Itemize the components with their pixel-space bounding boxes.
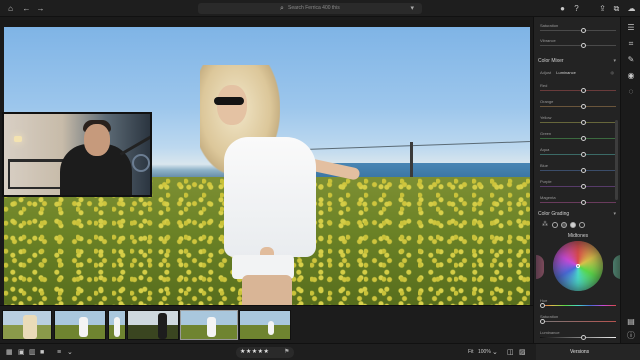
zoom-level[interactable]: 100% (478, 347, 491, 358)
search-icon: ⌕ (280, 5, 284, 12)
cloud-icon[interactable]: ☁ (626, 3, 637, 14)
eyedropper-icon[interactable]: ◎ (611, 69, 615, 76)
hue-slider[interactable]: Hue (540, 298, 616, 308)
vibrance-slider[interactable]: Vibrance (540, 38, 616, 48)
cloud-sync-icon[interactable]: ● (557, 3, 568, 14)
saturation-slider[interactable]: Saturation (540, 23, 616, 33)
thumbnail[interactable] (127, 310, 179, 340)
purple-slider[interactable]: Purple (540, 179, 616, 189)
chevron-down-icon[interactable]: ⌄ (492, 347, 498, 358)
filmstrip (0, 305, 533, 343)
webcam-overlay (2, 112, 152, 197)
orange-slider[interactable]: Orange (540, 99, 616, 109)
yellow-slider[interactable]: Yellow (540, 115, 616, 125)
panel-scrollbar[interactable] (615, 120, 618, 200)
home-icon[interactable]: ⌂ (5, 3, 16, 14)
versions-button[interactable]: Versions (536, 344, 640, 360)
luminance-grading-slider[interactable]: Luminance (540, 330, 616, 340)
detail-view-icon[interactable]: ▥ (29, 347, 36, 358)
ring-light (132, 154, 150, 172)
comments-icon[interactable]: ▤ (626, 317, 636, 327)
midtones-label: Midtones (567, 233, 589, 239)
bottom-bar: ▦ ▣ ▥ ■ ≡ ⌄ ★★★★★ ⚑ Fit 100% ⌄ ◫ ▨ Versi… (0, 343, 640, 360)
crop-icon[interactable]: ⌗ (626, 39, 636, 49)
square-grid-icon[interactable]: ▣ (18, 347, 25, 358)
masking-icon[interactable]: ◉ (626, 71, 636, 81)
blue-slider[interactable]: Blue (540, 163, 616, 173)
help-icon[interactable]: ? (571, 3, 582, 14)
lamp (14, 136, 22, 142)
color-grading-header[interactable]: Color Grading ▾ (538, 210, 618, 219)
before-after-icon[interactable]: ▨ (519, 347, 526, 358)
adjust-select[interactable]: Adjust Luminance ◎ (540, 69, 616, 76)
chevron-down-icon: ▾ (613, 58, 616, 64)
grading-mode-selector[interactable]: ⁂ (542, 222, 612, 230)
tri-wheel-icon[interactable]: ⁂ (542, 222, 548, 228)
fit-button[interactable]: Fit (468, 347, 474, 358)
star-rating[interactable]: ★★★★★ ⚑ (236, 347, 294, 358)
edit-panel: Saturation Vibrance Color Mixer ▾ Adjust… (533, 17, 621, 343)
highlights-icon[interactable] (570, 222, 576, 228)
sunglasses (214, 97, 244, 105)
woman-white-shirt (224, 137, 316, 257)
edit-sliders-icon[interactable]: ☰ (626, 23, 636, 33)
chevron-down-icon: ▾ (613, 211, 616, 217)
info-icon[interactable]: ⓘ (626, 331, 636, 341)
flag-icon[interactable]: ⚑ (284, 347, 290, 358)
midtones-icon[interactable] (561, 222, 567, 228)
healing-icon[interactable]: ✎ (626, 55, 636, 65)
single-view-icon[interactable]: ■ (40, 347, 44, 358)
red-slider[interactable]: Red (540, 83, 616, 93)
top-bar: ⌂ ← → ⌕ Search Ferrica 400 this ▾ ● ? ⇪ … (0, 0, 640, 17)
green-slider[interactable]: Green (540, 131, 616, 141)
thumbnail[interactable] (108, 310, 126, 340)
tool-strip: ☰ ⌗ ✎ ◉ ◌ ▤ ⓘ (620, 17, 640, 343)
magenta-slider[interactable]: Magenta (540, 195, 616, 205)
sort-icon[interactable]: ≡ (57, 347, 61, 358)
grid-view-icon[interactable]: ▦ (6, 347, 13, 358)
compare-icon[interactable]: ◫ (507, 347, 514, 358)
microphone-arm (119, 135, 150, 156)
search-box[interactable]: ⌕ Search Ferrica 400 this ▾ (198, 3, 422, 14)
share-icon[interactable]: ⇪ (597, 3, 608, 14)
new-window-icon[interactable]: ⧉ (611, 3, 622, 14)
thumbnail[interactable] (239, 310, 291, 340)
thumbnail[interactable] (2, 310, 52, 340)
search-input[interactable]: Search Ferrica 400 this (288, 3, 340, 14)
thumbnail-selected[interactable] (180, 310, 238, 340)
saturation-grading-slider[interactable]: Saturation (540, 314, 616, 324)
forward-icon[interactable]: → (35, 3, 46, 14)
global-icon[interactable] (579, 222, 585, 228)
chevron-down-icon[interactable]: ⌄ (67, 347, 73, 358)
red-eye-icon[interactable]: ◌ (626, 87, 636, 97)
back-icon[interactable]: ← (21, 3, 32, 14)
shadows-icon[interactable] (552, 222, 558, 228)
aqua-slider[interactable]: Aqua (540, 147, 616, 157)
wheel-handle[interactable] (576, 264, 580, 268)
color-mixer-header[interactable]: Color Mixer ▾ (538, 57, 618, 66)
filter-icon[interactable]: ▾ (410, 3, 414, 14)
thumbnail[interactable] (54, 310, 106, 340)
